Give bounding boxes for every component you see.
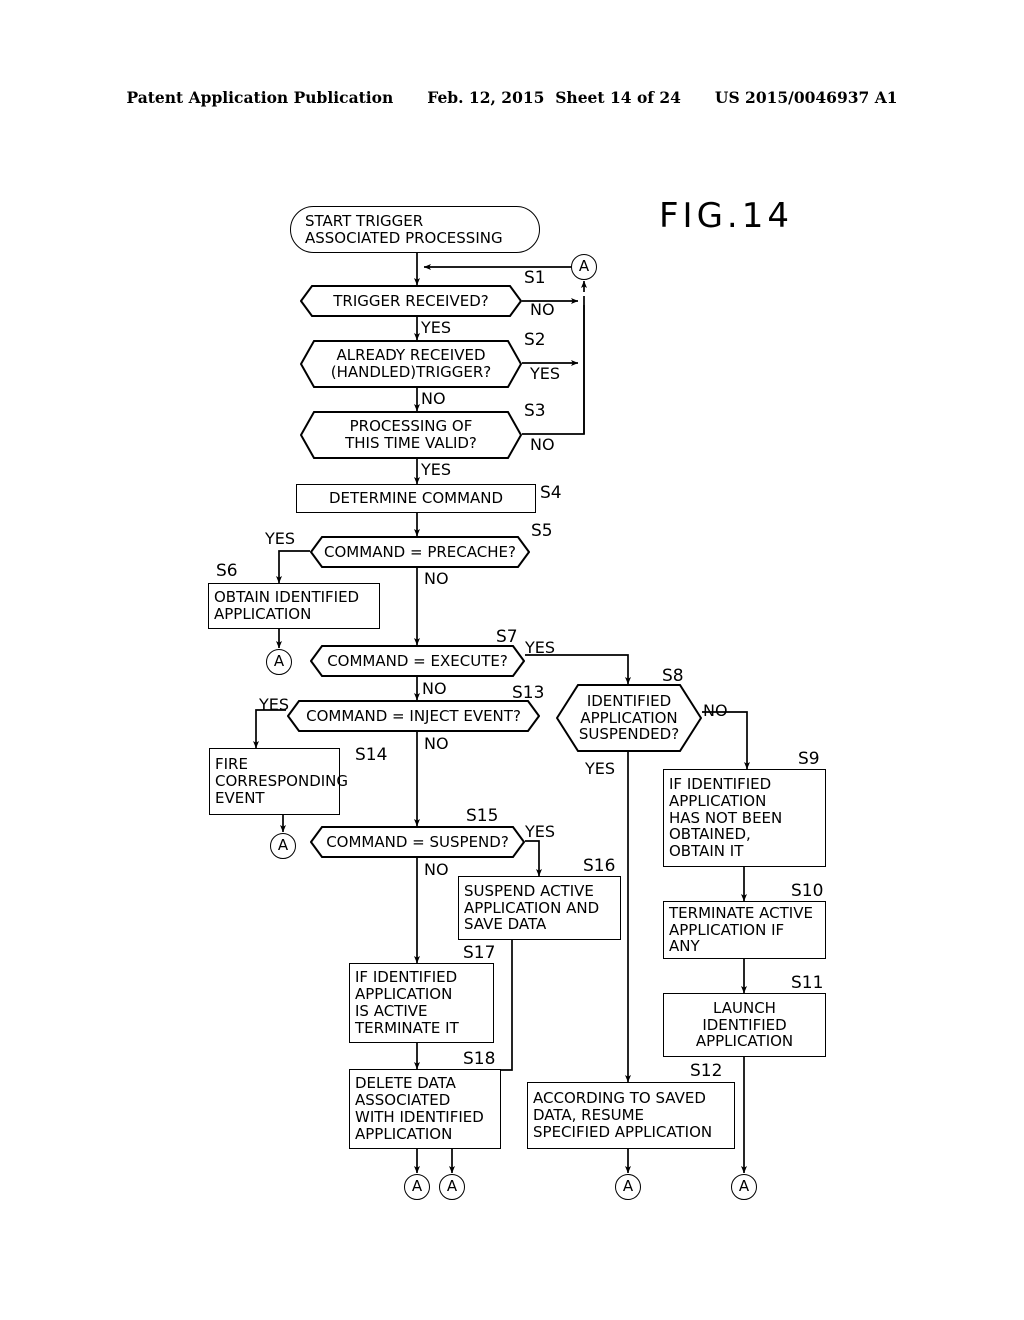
step-tag-s18: S18 [463,1049,496,1069]
decision-s3-label: PROCESSING OF THIS TIME VALID? [345,417,477,452]
decision-s1: TRIGGER RECEIVED? [300,285,522,317]
decision-s7-label: COMMAND = EXECUTE? [327,651,508,670]
decision-s2: ALREADY RECEIVED (HANDLED)TRIGGER? [300,340,522,388]
edge-label-s2-no: NO [421,389,446,408]
connector-a-bottom-1-label: A [411,1176,423,1195]
edge-label-s7-yes: YES [525,638,556,657]
connector-a-top: A [571,254,597,280]
connector-a-bottom-2-label: A [446,1176,458,1195]
step-tag-s14: S14 [355,745,388,765]
step-tag-s17: S17 [463,943,496,963]
connector-a-after-s14-label: A [277,835,289,854]
process-s12-label: ACCORDING TO SAVED DATA, RESUME SPECIFIE… [533,1089,713,1141]
edge-label-s1-no: NO [530,300,555,319]
process-s18: DELETE DATA ASSOCIATED WITH IDENTIFIED A… [349,1069,501,1149]
step-tag-s1: S1 [524,268,546,288]
step-tag-s4: S4 [540,483,562,503]
edge-label-s15-yes: YES [525,822,556,841]
step-tag-s16: S16 [583,856,616,876]
process-s11: LAUNCH IDENTIFIED APPLICATION [663,993,826,1057]
patent-figure-page: Patent Application Publication Feb. 12, 2… [0,0,1024,1320]
process-s10: TERMINATE ACTIVE APPLICATION IF ANY [663,901,826,959]
connector-a-bottom-3-label: A [622,1176,634,1195]
connector-a-after-s14: A [270,833,296,859]
process-s16: SUSPEND ACTIVE APPLICATION AND SAVE DATA [458,876,621,940]
decision-s2-label: ALREADY RECEIVED (HANDLED)TRIGGER? [330,346,492,381]
step-tag-s9: S9 [798,749,820,769]
step-tag-s11: S11 [791,973,824,993]
process-s4: DETERMINE COMMAND [296,484,536,513]
decision-s15-label: COMMAND = SUSPEND? [326,832,509,851]
decision-s7: COMMAND = EXECUTE? [310,645,525,677]
edge-label-s15-no: NO [424,860,449,879]
decision-s3: PROCESSING OF THIS TIME VALID? [300,411,522,459]
connector-a-bottom-1: A [404,1174,430,1200]
connector-a-bottom-4-label: A [738,1176,750,1195]
edge-label-s5-no: NO [424,569,449,588]
step-tag-s6: S6 [216,561,238,581]
process-s10-label: TERMINATE ACTIVE APPLICATION IF ANY [669,903,813,956]
decision-s8-label: IDENTIFIED APPLICATION SUSPENDED? [578,691,680,744]
connector-a-top-label: A [578,256,590,275]
step-tag-s13: S13 [512,683,545,703]
decision-s5-label: COMMAND = PRECACHE? [324,542,516,561]
step-tag-s5: S5 [531,521,553,541]
process-s9: IF IDENTIFIED APPLICATION HAS NOT BEEN O… [663,769,826,867]
terminal-start-label: START TRIGGER ASSOCIATED PROCESSING [305,211,503,247]
process-s6-label: OBTAIN IDENTIFIED APPLICATION [214,588,360,623]
edge-label-s5-yes: YES [265,529,296,548]
process-s16-label: SUSPEND ACTIVE APPLICATION AND SAVE DATA [464,881,600,934]
step-tag-s12: S12 [690,1061,723,1081]
step-tag-s8: S8 [662,666,684,686]
process-s14-label: FIRE CORRESPONDING EVENT [215,755,349,807]
process-s18-label: DELETE DATA ASSOCIATED WITH IDENTIFIED A… [355,1074,484,1143]
connector-a-bottom-2: A [439,1174,465,1200]
process-s9-label: IF IDENTIFIED APPLICATION HAS NOT BEEN O… [669,775,783,861]
edge-label-s1-yes: YES [421,318,452,337]
process-s12: ACCORDING TO SAVED DATA, RESUME SPECIFIE… [527,1082,735,1149]
process-s17: IF IDENTIFIED APPLICATION IS ACTIVE TERM… [349,963,494,1043]
process-s14: FIRE CORRESPONDING EVENT [209,748,348,815]
connector-a-after-s6: A [266,649,292,675]
process-s4-label: DETERMINE COMMAND [328,489,504,508]
edge-label-s3-no: NO [530,435,555,454]
edge-label-s7-no: NO [422,679,447,698]
decision-s13-label: COMMAND = INJECT EVENT? [306,706,521,725]
decision-s13: COMMAND = INJECT EVENT? [287,700,540,732]
process-s11-label: LAUNCH IDENTIFIED APPLICATION [695,998,794,1051]
decision-s8: IDENTIFIED APPLICATION SUSPENDED? [556,684,702,752]
process-s6: OBTAIN IDENTIFIED APPLICATION [208,583,380,629]
process-s17-label: IF IDENTIFIED APPLICATION IS ACTIVE TERM… [355,968,459,1037]
edge-label-s13-yes: YES [259,695,290,714]
step-tag-s10: S10 [791,881,824,901]
decision-s1-label: TRIGGER RECEIVED? [333,291,489,310]
edge-label-s13-no: NO [424,734,449,753]
edge-label-s8-no: NO [703,701,728,720]
edge-label-s8-yes: YES [585,759,616,778]
step-tag-s7: S7 [496,627,518,647]
decision-s15: COMMAND = SUSPEND? [310,826,525,858]
step-tag-s15: S15 [466,806,499,826]
edge-label-s3-yes: YES [421,460,452,479]
connector-a-bottom-4: A [731,1174,757,1200]
decision-s5: COMMAND = PRECACHE? [310,536,530,568]
connector-a-bottom-3: A [615,1174,641,1200]
terminal-start: START TRIGGER ASSOCIATED PROCESSING [290,206,540,253]
step-tag-s2: S2 [524,330,546,350]
edge-label-s2-yes: YES [530,364,561,383]
step-tag-s3: S3 [524,401,546,421]
connector-a-after-s6-label: A [273,651,285,670]
